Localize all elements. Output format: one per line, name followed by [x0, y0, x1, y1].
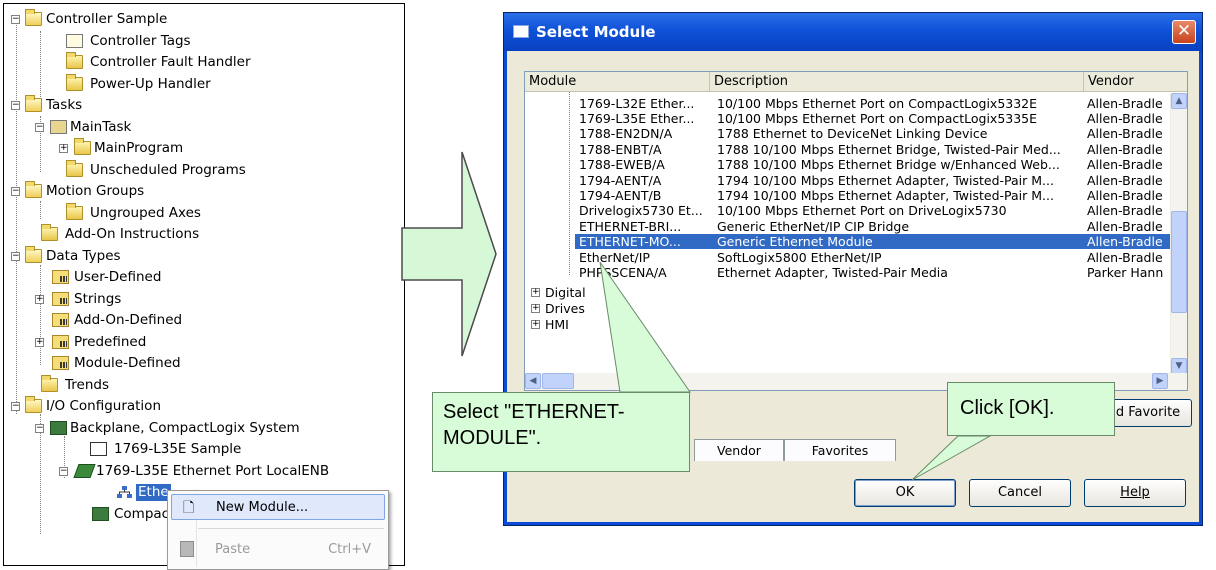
callout-pointer-select	[599, 261, 691, 393]
callout-text: Click [OK].	[960, 397, 1055, 419]
callout-pointer-ok	[911, 435, 992, 481]
callout-pointers	[599, 261, 992, 481]
callout-select-module: Select "ETHERNET-MODULE".	[432, 392, 690, 472]
callout-text: Select "ETHERNET-MODULE".	[443, 401, 625, 449]
callout-click-ok: Click [OK].	[947, 382, 1115, 436]
